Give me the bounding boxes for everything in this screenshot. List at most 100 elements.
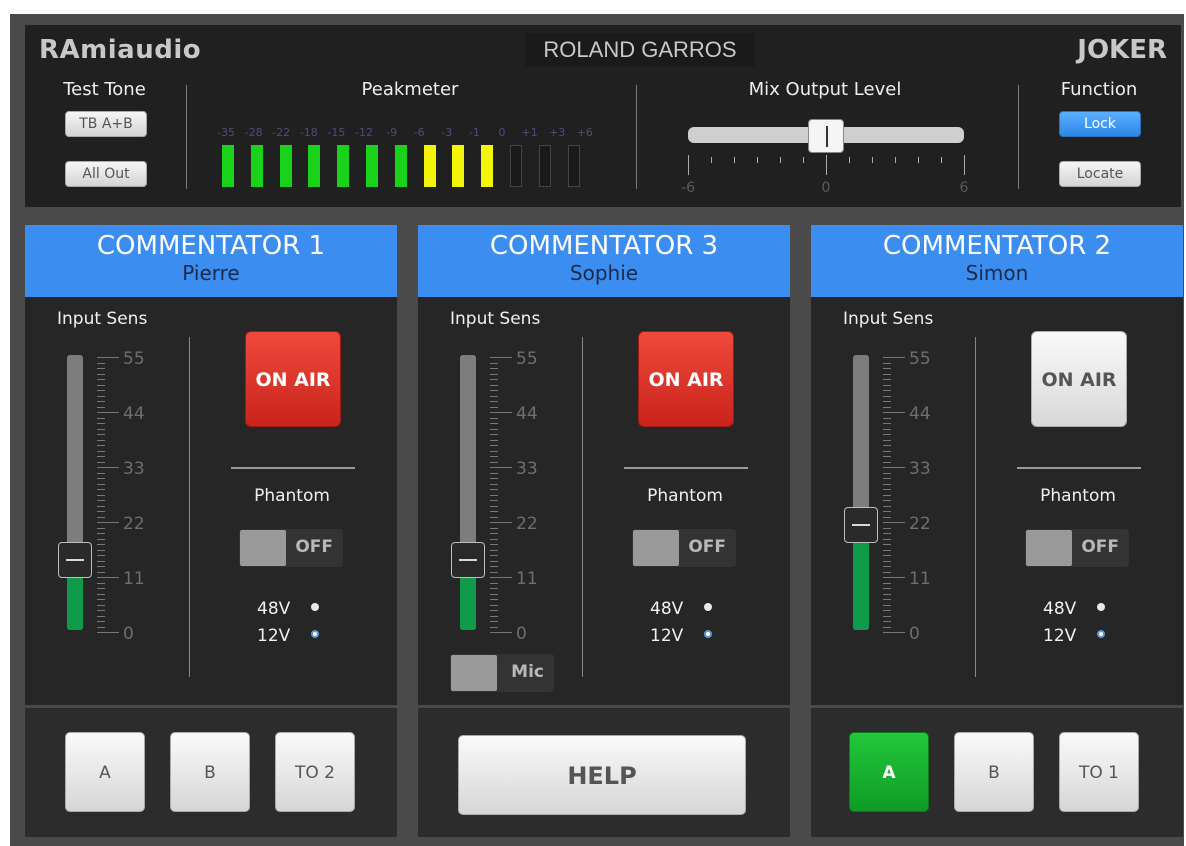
ruler-tick (97, 588, 105, 589)
input-sens-scale-label: 0 (909, 624, 920, 644)
ruler-tick (97, 494, 105, 496)
ruler-tick (97, 428, 105, 430)
phantom-label: Phantom (1040, 486, 1116, 506)
mic-toggle[interactable]: Mic (450, 654, 554, 692)
ruler-tick (490, 621, 498, 622)
top-panel: RAmiaudio ROLAND GARROS JOKER Test Tone … (25, 25, 1181, 207)
ruler-tick (883, 505, 891, 507)
phantom-toggle[interactable]: OFF (1025, 529, 1129, 567)
input-sens-fader[interactable] (67, 355, 83, 630)
phantom-toggle[interactable]: OFF (632, 529, 736, 567)
toggle-thumb (240, 530, 286, 566)
input-sens-knob[interactable] (451, 542, 485, 578)
peakmeter-scale-label: +1 (521, 126, 538, 139)
ruler-tick (883, 368, 891, 369)
ruler-tick (883, 401, 891, 402)
route-b-button[interactable]: B (954, 732, 1034, 812)
ruler-tick (883, 577, 905, 578)
ruler-tick (97, 412, 119, 413)
ruler-tick (490, 511, 498, 512)
ruler-tick (490, 588, 498, 589)
phantom-12v-radio[interactable] (704, 630, 712, 638)
tb-ab-button[interactable]: TB A+B (65, 111, 147, 137)
ruler-tick (883, 522, 905, 523)
mix-min-label: -6 (681, 180, 695, 196)
ruler-tick (97, 406, 105, 408)
ruler-tick (490, 527, 498, 529)
phantom-12v-radio[interactable] (311, 630, 319, 638)
phantom-state: OFF (1081, 537, 1119, 557)
input-sens-fader[interactable] (853, 355, 869, 630)
input-sens-knob[interactable] (844, 507, 878, 543)
ruler-tick (97, 489, 105, 490)
test-tone-label: Test Tone (63, 79, 146, 100)
ruler-tick (883, 599, 891, 600)
ruler-tick (490, 417, 498, 419)
on-air-button[interactable]: ON AIR (245, 331, 341, 427)
mix-tick (780, 157, 781, 163)
peakmeter-segment (452, 145, 465, 187)
ruler-tick (97, 395, 105, 397)
input-sens-label: Input Sens (843, 309, 934, 329)
ruler-tick (490, 610, 498, 611)
ruler-tick (490, 577, 512, 578)
mix-tick (826, 155, 827, 175)
ruler-tick (97, 604, 105, 606)
phantom-12v-label: 12V (1043, 626, 1077, 646)
ruler-tick (490, 571, 498, 573)
input-sens-fader[interactable] (460, 355, 476, 630)
phantom-48v-radio[interactable] (311, 603, 319, 611)
ruler-tick (883, 626, 891, 628)
divider (231, 467, 355, 469)
peakmeter-segment (510, 145, 522, 187)
route-a-button[interactable]: A (849, 732, 929, 812)
peakmeter-segment (481, 145, 494, 187)
channel-body: Input Sens 55 44 33 22 11 0 Mic ON AIR Phanto… (418, 297, 790, 705)
ruler-tick (490, 395, 498, 397)
input-sens-knob[interactable] (58, 542, 92, 578)
mix-tick (757, 157, 758, 163)
route-a-button[interactable]: A (65, 732, 145, 812)
ruler-tick (490, 593, 498, 595)
phantom-toggle[interactable]: OFF (239, 529, 343, 567)
on-air-button[interactable]: ON AIR (638, 331, 734, 427)
talk-to-1-button[interactable]: TO 1 (1059, 732, 1139, 812)
ruler-tick (883, 423, 891, 424)
ruler-tick (883, 560, 891, 562)
ruler-tick (490, 549, 498, 551)
phantom-48v-radio[interactable] (1097, 603, 1105, 611)
phantom-12v-radio[interactable] (1097, 630, 1105, 638)
locate-button[interactable]: Locate (1059, 161, 1141, 187)
ruler-tick (883, 500, 891, 501)
ruler-tick (883, 588, 891, 589)
talk-to-2-button[interactable]: TO 2 (275, 732, 355, 812)
all-out-button[interactable]: All Out (65, 161, 147, 187)
help-button[interactable]: HELP (458, 735, 746, 815)
ruler-tick (97, 379, 105, 380)
input-sens-scale-label: 11 (123, 569, 145, 589)
peakmeter-segment (250, 145, 263, 187)
channel-header: COMMENTATOR 1 Pierre (25, 225, 397, 297)
ruler-tick (490, 582, 498, 584)
route-b-button[interactable]: B (170, 732, 250, 812)
channel-footer: A B TO 2 (25, 705, 397, 837)
phantom-48v-radio[interactable] (704, 603, 712, 611)
lock-button[interactable]: Lock (1059, 111, 1141, 137)
toggle-thumb (633, 530, 679, 566)
ruler-tick (883, 461, 891, 463)
peakmeter-segment (567, 145, 580, 187)
on-air-button[interactable]: ON AIR (1031, 331, 1127, 427)
ruler-tick (490, 434, 498, 435)
toggle-thumb (451, 655, 497, 691)
ruler-tick (883, 527, 891, 529)
peakmeter-segment (538, 145, 551, 187)
ruler-tick (883, 544, 891, 545)
mix-output-knob[interactable] (808, 119, 844, 153)
input-sens-scale-label: 44 (909, 404, 931, 424)
ruler-tick (883, 445, 891, 446)
peakmeter-scale-label: -18 (299, 126, 318, 139)
ruler-tick (490, 483, 498, 485)
ruler-tick (883, 384, 891, 386)
channel-header: COMMENTATOR 3 Sophie (418, 225, 790, 297)
ruler-tick (97, 434, 105, 435)
